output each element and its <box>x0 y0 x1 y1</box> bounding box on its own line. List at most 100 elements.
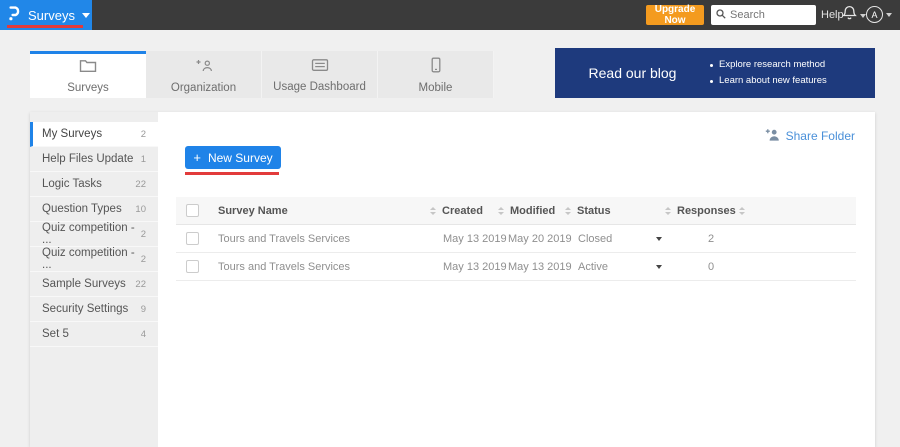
sidebar-item-label: Set 5 <box>42 328 69 340</box>
row-checkbox[interactable] <box>186 232 199 245</box>
sidebar-item-label: Sample Surveys <box>42 278 126 290</box>
column-header-survey-name[interactable]: Survey Name <box>218 197 288 224</box>
blog-title: Read our blog <box>555 65 710 81</box>
sidebar-item-my-surveys[interactable]: My Surveys 2 <box>30 122 158 147</box>
sidebar-item-question-types[interactable]: Question Types 10 <box>30 197 158 222</box>
mobile-icon <box>431 57 441 78</box>
tab-strip: Surveys Organization Usage Dashboard <box>30 51 494 98</box>
notifications-menu[interactable] <box>842 5 866 27</box>
share-person-icon <box>765 128 780 144</box>
sidebar-item-count: 22 <box>135 179 146 190</box>
plus-icon: + <box>193 150 201 165</box>
blog-bullet-text: Explore research method <box>719 57 825 73</box>
sidebar-item-count: 2 <box>141 254 146 265</box>
tab-label: Usage Dashboard <box>273 81 366 93</box>
modified-date: May 20 2019 <box>508 225 572 252</box>
status-dropdown-caret[interactable] <box>656 225 662 252</box>
sidebar-item-set-5[interactable]: Set 5 4 <box>30 322 158 347</box>
sidebar-item-label: Help Files Update <box>42 153 133 165</box>
tab-usage-dashboard[interactable]: Usage Dashboard <box>262 51 378 98</box>
modified-date: May 13 2019 <box>508 253 572 280</box>
column-header-status[interactable]: Status <box>577 197 611 224</box>
sort-icon[interactable] <box>739 197 745 224</box>
proprofs-logo-icon <box>8 5 21 26</box>
sidebar-item-count: 1 <box>141 154 146 165</box>
table-row: Tours and Travels Services May 13 2019 M… <box>176 253 856 281</box>
bell-icon <box>842 5 857 27</box>
sort-icon[interactable] <box>665 197 671 224</box>
blog-bullet-text: Learn about new features <box>719 73 827 89</box>
column-header-created[interactable]: Created <box>442 197 483 224</box>
account-menu[interactable]: A <box>866 6 892 23</box>
blog-bullets: Explore research method Learn about new … <box>710 57 827 89</box>
status-value: Active <box>578 253 608 280</box>
tab-surveys[interactable]: Surveys <box>30 51 146 98</box>
brand-menu[interactable]: Surveys <box>0 0 92 30</box>
sort-icon[interactable] <box>430 197 436 224</box>
column-header-modified[interactable]: Modified <box>510 197 555 224</box>
app-window: Surveys Upgrade Now Help <box>0 0 900 447</box>
help-link[interactable]: Help <box>821 9 844 21</box>
surveys-panel: Share Folder + New Survey Survey Name Cr… <box>158 112 875 447</box>
survey-name-link[interactable]: Tours and Travels Services <box>218 225 350 252</box>
search-icon <box>716 6 726 24</box>
survey-name-link[interactable]: Tours and Travels Services <box>218 253 350 280</box>
share-folder-label: Share Folder <box>786 129 855 143</box>
table-row: Tours and Travels Services May 13 2019 M… <box>176 225 856 253</box>
sidebar-item-label: Quiz competition - ... <box>42 222 141 246</box>
tab-mobile[interactable]: Mobile <box>378 51 494 98</box>
sidebar-item-label: Quiz competition - ... <box>42 247 141 271</box>
created-date: May 13 2019 <box>443 225 507 252</box>
bullet-dot <box>710 80 713 83</box>
upgrade-now-button[interactable]: Upgrade Now <box>646 5 704 25</box>
content-card: My Surveys 2 Help Files Update 1 Logic T… <box>30 112 875 447</box>
sidebar-item-count: 22 <box>135 279 146 290</box>
sidebar-item-count: 9 <box>141 304 146 315</box>
sidebar-item-quiz-competition-2[interactable]: Quiz competition - ... 2 <box>30 247 158 272</box>
surveys-table: Survey Name Created Modified Status Resp… <box>176 197 856 281</box>
search-input[interactable] <box>730 9 810 21</box>
brand-label: Surveys <box>28 8 75 23</box>
folders-sidebar: My Surveys 2 Help Files Update 1 Logic T… <box>30 112 158 447</box>
sidebar-item-sample-surveys[interactable]: Sample Surveys 22 <box>30 272 158 297</box>
folder-icon <box>79 58 97 78</box>
chevron-down-icon <box>886 13 892 17</box>
new-survey-label: New Survey <box>208 151 273 165</box>
sidebar-item-logic-tasks[interactable]: Logic Tasks 22 <box>30 172 158 197</box>
responses-count: 2 <box>701 225 721 252</box>
chevron-down-icon <box>82 13 90 18</box>
sidebar-item-quiz-competition-1[interactable]: Quiz competition - ... 2 <box>30 222 158 247</box>
created-date: May 13 2019 <box>443 253 507 280</box>
sort-icon[interactable] <box>498 197 504 224</box>
annotation-underline-brand <box>7 25 83 28</box>
status-value: Closed <box>578 225 612 252</box>
dashboard-icon <box>311 58 329 77</box>
sidebar-item-count: 2 <box>141 229 146 240</box>
tab-label: Surveys <box>67 82 109 94</box>
sidebar-item-count: 2 <box>141 129 146 140</box>
sidebar-item-label: Logic Tasks <box>42 178 102 190</box>
sidebar-item-help-files-update[interactable]: Help Files Update 1 <box>30 147 158 172</box>
sidebar-item-count: 4 <box>141 329 146 340</box>
sidebar-item-label: My Surveys <box>42 128 102 140</box>
read-blog-banner[interactable]: Read our blog Explore research method Le… <box>555 48 875 98</box>
responses-count: 0 <box>701 253 721 280</box>
sidebar-item-label: Security Settings <box>42 303 128 315</box>
tab-organization[interactable]: Organization <box>146 51 262 98</box>
top-bar: Surveys Upgrade Now Help <box>0 0 900 30</box>
table-header-row: Survey Name Created Modified Status Resp… <box>176 197 856 225</box>
sort-icon[interactable] <box>565 197 571 224</box>
column-header-responses[interactable]: Responses <box>677 197 736 224</box>
search-box[interactable] <box>711 5 816 25</box>
new-survey-button[interactable]: + New Survey <box>185 146 281 169</box>
share-folder-link[interactable]: Share Folder <box>765 128 855 144</box>
bullet-dot <box>710 64 713 67</box>
sidebar-item-security-settings[interactable]: Security Settings 9 <box>30 297 158 322</box>
avatar: A <box>866 6 883 23</box>
sidebar-item-count: 10 <box>135 204 146 215</box>
status-dropdown-caret[interactable] <box>656 253 662 280</box>
select-all-checkbox[interactable] <box>186 204 199 217</box>
tab-label: Mobile <box>419 82 453 94</box>
sidebar-item-label: Question Types <box>42 203 122 215</box>
row-checkbox[interactable] <box>186 260 199 273</box>
